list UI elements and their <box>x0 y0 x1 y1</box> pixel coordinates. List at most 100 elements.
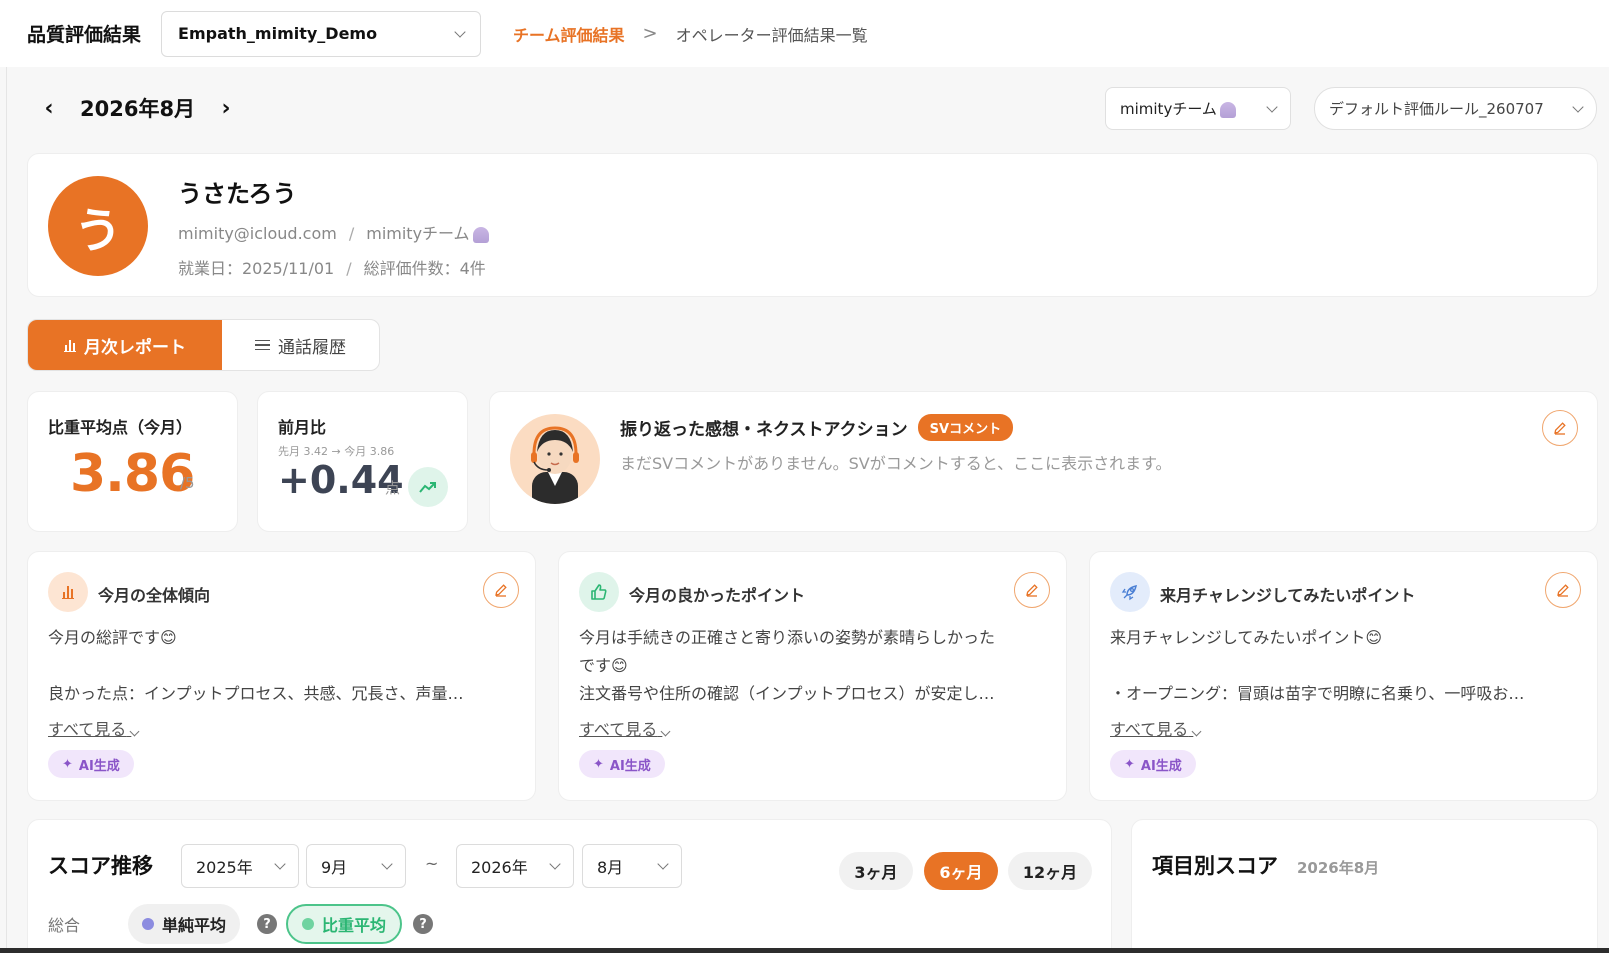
avg-score-label: 比重平均点（今月） <box>48 418 193 437</box>
simple-avg-toggle[interactable]: 単純平均 <box>128 904 241 944</box>
overall-trend-card: 今月の全体傾向 今月の総評です😊 良かった点：インプットプロセス、共感、冗長さ、… <box>27 551 536 801</box>
profile-stats: 就業日：2025/11/01 / 総評価件数：4件 <box>178 255 486 279</box>
profile-contact: mimity@icloud.com / mimityチーム <box>178 220 489 244</box>
month-diff-sub: 先月 3.42 → 今月 3.86 <box>278 445 395 458</box>
sv-comment-badge: SVコメント <box>917 414 1014 441</box>
bar-chart-icon <box>48 572 88 612</box>
next-month-button[interactable]: › <box>217 96 235 121</box>
profile-card: う うさたろう mimity@icloud.com / mimityチーム 就業日：… <box>27 153 1598 297</box>
ai-badge-label: AI生成 <box>1140 758 1182 774</box>
legend-dot <box>302 918 314 930</box>
operator-name: うさたろう <box>178 180 297 208</box>
ghost-icon <box>472 226 489 243</box>
window-bottom-edge <box>0 948 1609 953</box>
score-trend-card: スコア推移 2025年 9月 ~ 2026年 8月 3ヶ月 6ヶ月 12ヶ月 総… <box>27 819 1112 953</box>
overall-trend-body: 今月の総評です😊 良かった点：インプットプロセス、共感、冗長さ、声量… <box>48 624 508 708</box>
body-line: 来月チャレンジしてみたいポイント😊 <box>1110 628 1383 647</box>
chevron-down-icon <box>657 858 669 870</box>
help-icon[interactable]: ? <box>257 914 277 934</box>
start-date: 就業日：2025/11/01 <box>178 259 335 278</box>
body-line: 今月の総評です😊 <box>48 628 177 647</box>
see-all-link[interactable]: すべて見る <box>579 716 671 740</box>
eval-count: 総評価件数：4件 <box>363 259 486 278</box>
see-all-link[interactable]: すべて見る <box>1110 716 1202 740</box>
pencil-icon <box>1026 584 1038 597</box>
team-select[interactable]: mimityチーム <box>1105 87 1291 130</box>
pencil-icon <box>1554 422 1566 435</box>
help-icon[interactable]: ? <box>413 914 433 934</box>
rule-select[interactable]: デフォルト評価ルール_260707 <box>1314 87 1597 130</box>
app-title: 品質評価結果 <box>27 24 142 46</box>
edit-good-points-button[interactable] <box>1014 572 1050 608</box>
good-points-body: 今月は手続きの正確さと寄り添いの姿勢が素晴らしかった です😊 注文番号や住所の確… <box>579 624 1039 708</box>
tab-monthly-report[interactable]: 月次レポート <box>28 320 222 370</box>
from-year-select[interactable]: 2025年 <box>181 844 299 888</box>
overall-label: 総合 <box>48 916 81 935</box>
simple-avg-label: 単純平均 <box>162 916 227 935</box>
chevron-down-icon <box>454 25 466 38</box>
from-month-select[interactable]: 9月 <box>306 844 406 888</box>
overall-trend-title: 今月の全体傾向 <box>98 586 211 605</box>
reflection-title: 振り返った感想・ネクストアクション SVコメント <box>620 414 1014 441</box>
score-trend-title: スコア推移 <box>48 854 153 878</box>
range-12m-button[interactable]: 12ヶ月 <box>1008 852 1092 890</box>
next-challenge-title: 来月チャレンジしてみたいポイント <box>1160 586 1416 605</box>
body-line: 良かった点：インプットプロセス、共感、冗長さ、声量… <box>48 684 464 703</box>
edit-next-challenge-button[interactable] <box>1545 572 1581 608</box>
next-challenge-body: 来月チャレンジしてみたいポイント😊 ・オープニング：冒頭は苗字で明瞭に名乗り、一… <box>1110 624 1570 708</box>
prev-month-button[interactable]: ‹ <box>40 96 58 121</box>
month-nav: ‹ 2026年8月 › <box>40 90 235 126</box>
edit-reflection-button[interactable] <box>1542 410 1578 446</box>
body-line: 注文番号や住所の確認（インプットプロセス）が安定し… <box>579 684 995 703</box>
thumbs-up-icon <box>579 572 619 612</box>
overall-row-label: 総合 <box>48 904 80 944</box>
see-all-link[interactable]: すべて見る <box>48 716 140 740</box>
sparkle-icon: ✦ <box>1124 756 1135 772</box>
sparkle-icon: ✦ <box>62 756 73 772</box>
avg-score-unit: /5 <box>180 474 195 492</box>
item-score-month: 2026年8月 <box>1297 859 1380 877</box>
sparkle-icon: ✦ <box>593 756 604 772</box>
range-3m-button[interactable]: 3ヶ月 <box>839 852 913 890</box>
operator-illustration-icon <box>510 414 600 504</box>
chevron-down-icon <box>381 858 393 870</box>
item-score-title: 項目別スコア <box>1152 854 1278 878</box>
next-challenge-card: 来月チャレンジしてみたいポイント 来月チャレンジしてみたいポイント😊 ・オープニ… <box>1089 551 1598 801</box>
chevron-down-icon <box>1572 100 1584 113</box>
to-year-select[interactable]: 2026年 <box>456 844 574 888</box>
chevron-down-icon <box>274 858 286 870</box>
breadcrumb-team-results[interactable]: チーム評価結果 <box>513 22 625 46</box>
operator-team: mimityチーム <box>366 224 470 243</box>
to-month-select[interactable]: 8月 <box>582 844 682 888</box>
chevron-down-icon <box>1191 726 1202 737</box>
month-diff-label: 前月比 <box>278 418 327 437</box>
ai-badge-label: AI生成 <box>609 758 651 774</box>
to-month-value: 8月 <box>597 858 624 877</box>
see-all-label: すべて見る <box>579 720 658 739</box>
reflection-card: 振り返った感想・ネクストアクション SVコメント まだSVコメントがありません。… <box>489 391 1598 532</box>
reflection-title-text: 振り返った感想・ネクストアクション <box>620 420 908 440</box>
good-points-card: 今月の良かったポイント 今月は手続きの正確さと寄り添いの姿勢が素晴らしかった で… <box>558 551 1067 801</box>
ai-badge-label: AI生成 <box>78 758 120 774</box>
tab-monthly-label: 月次レポート <box>84 337 186 358</box>
see-all-label: すべて見る <box>1110 720 1189 739</box>
month-diff-unit: 点 <box>385 479 401 497</box>
edit-overall-trend-button[interactable] <box>483 572 519 608</box>
rule-select-value: デフォルト評価ルール_260707 <box>1329 100 1544 118</box>
range-6m-button[interactable]: 6ヶ月 <box>924 852 998 890</box>
weighted-avg-toggle[interactable]: 比重平均 <box>286 904 403 944</box>
chevron-down-icon <box>129 726 140 737</box>
team-select-value: mimityチーム <box>1120 98 1236 119</box>
chevron-down-icon <box>660 726 671 737</box>
body-line: 今月は手続きの正確さと寄り添いの姿勢が素晴らしかった <box>579 628 996 647</box>
breadcrumb-operator-list[interactable]: オペレーター評価結果一覧 <box>676 22 868 46</box>
breadcrumb-separator-icon: > <box>642 23 658 44</box>
project-select[interactable]: Empath_mimity_Demo <box>161 10 482 57</box>
sidebar-divider <box>6 67 7 953</box>
reflection-empty-text: まだSVコメントがありません。SVがコメントすると、ここに表示されます。 <box>620 454 1172 473</box>
item-score-card: 項目別スコア 2026年8月 <box>1131 819 1598 953</box>
weighted-avg-label: 比重平均 <box>322 916 387 935</box>
range-tilde: ~ <box>425 854 439 873</box>
month-diff-card: 前月比 先月 3.42 → 今月 3.86 +0.44 点 <box>257 391 468 532</box>
tab-call-history[interactable]: 通話履歴 <box>222 320 379 370</box>
